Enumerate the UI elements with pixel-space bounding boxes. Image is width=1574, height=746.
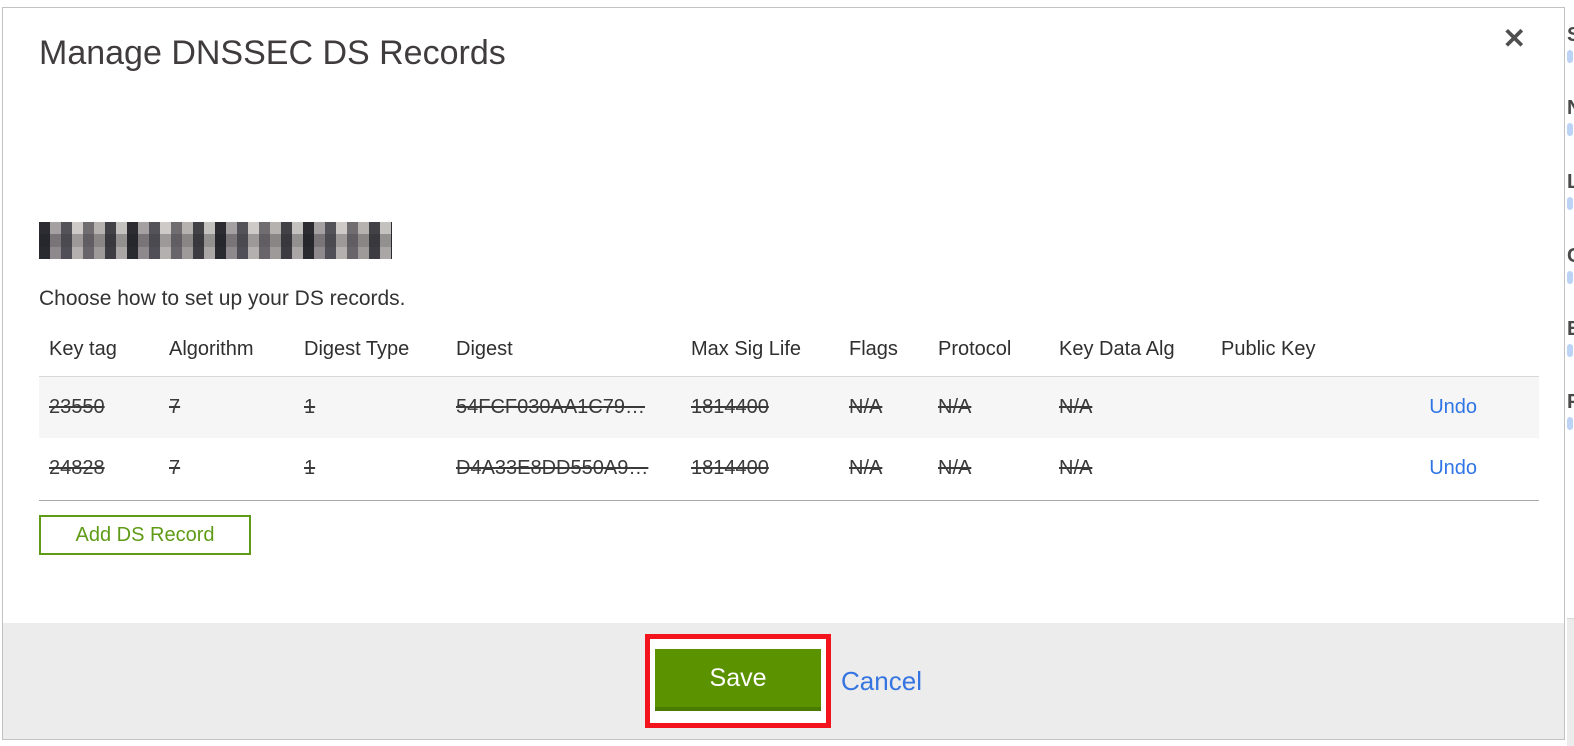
close-icon[interactable]: ✕ xyxy=(1503,24,1526,54)
cell-flags: N/A xyxy=(849,457,883,480)
background-text-fragment: L xyxy=(1567,171,1574,193)
cell-key-data-alg: N/A xyxy=(1059,457,1093,480)
domain-name-redacted xyxy=(39,222,392,259)
cell-public-key xyxy=(1211,438,1359,500)
red-annotation-highlight: Save xyxy=(645,634,832,728)
background-link-fragment xyxy=(1567,50,1573,63)
background-text-fragment: N xyxy=(1567,97,1574,119)
dialog-title: Manage DNSSEC DS Records xyxy=(39,34,506,72)
cell-key-tag: 23550 xyxy=(49,395,105,418)
background-link-fragment xyxy=(1567,123,1573,136)
background-link-fragment xyxy=(1567,417,1573,430)
background-page-strip: S N L C E P xyxy=(1567,0,1574,746)
background-link-fragment xyxy=(1567,344,1573,357)
table-header-row: Key tag Algorithm Digest Type Digest Max… xyxy=(39,330,1539,376)
cell-flags: N/A xyxy=(849,395,883,418)
cancel-link[interactable]: Cancel xyxy=(841,666,922,697)
column-header-flags: Flags xyxy=(849,338,898,361)
cell-max-sig-life: 1814400 xyxy=(691,395,769,418)
column-header-digest-type: Digest Type xyxy=(304,338,410,361)
manage-dnssec-ds-records-dialog: Manage DNSSEC DS Records ✕ Choose how to… xyxy=(2,7,1565,740)
background-link-fragment xyxy=(1567,271,1573,284)
cell-key-data-alg: N/A xyxy=(1059,395,1093,418)
undo-link[interactable]: Undo xyxy=(1429,457,1477,479)
background-text-fragment: E xyxy=(1567,318,1574,340)
background-text-fragment: P xyxy=(1567,391,1574,413)
column-header-key-data-alg: Key Data Alg xyxy=(1059,338,1175,361)
table-row: 23550 7 1 54FCF030AA1C79… 1814400 N/A N/… xyxy=(39,376,1539,438)
cell-algorithm: 7 xyxy=(169,395,181,418)
ds-records-table: Key tag Algorithm Digest Type Digest Max… xyxy=(39,330,1539,501)
cell-protocol: N/A xyxy=(938,457,972,480)
column-header-max-sig-life: Max Sig Life xyxy=(691,338,802,361)
cell-max-sig-life: 1814400 xyxy=(691,457,769,480)
background-text-fragment: S xyxy=(1567,24,1574,46)
cell-key-tag: 24828 xyxy=(49,457,105,480)
dialog-footer: Save Cancel xyxy=(3,623,1564,739)
column-header-public-key: Public Key xyxy=(1221,338,1316,361)
cell-digest: D4A33E8DD550A9… xyxy=(456,457,649,480)
column-header-digest: Digest xyxy=(456,338,513,361)
column-header-algorithm: Algorithm xyxy=(169,338,254,361)
cell-public-key xyxy=(1211,376,1359,438)
add-ds-record-button[interactable]: Add DS Record xyxy=(39,515,251,555)
cell-digest: 54FCF030AA1C79… xyxy=(456,395,645,418)
cell-algorithm: 7 xyxy=(169,457,181,480)
cell-digest-type: 1 xyxy=(304,395,316,418)
dialog-subtitle: Choose how to set up your DS records. xyxy=(39,287,406,310)
column-header-actions xyxy=(1359,330,1539,376)
column-header-protocol: Protocol xyxy=(938,338,1012,361)
table-row: 24828 7 1 D4A33E8DD550A9… 1814400 N/A N/… xyxy=(39,438,1539,500)
undo-link[interactable]: Undo xyxy=(1429,396,1477,418)
cell-protocol: N/A xyxy=(938,395,972,418)
column-header-key-tag: Key tag xyxy=(49,338,117,361)
background-link-fragment xyxy=(1567,197,1573,210)
background-text-fragment: C xyxy=(1567,245,1574,267)
save-button[interactable]: Save xyxy=(655,649,822,711)
background-footer-fragment xyxy=(1567,618,1574,746)
cell-digest-type: 1 xyxy=(304,457,316,480)
